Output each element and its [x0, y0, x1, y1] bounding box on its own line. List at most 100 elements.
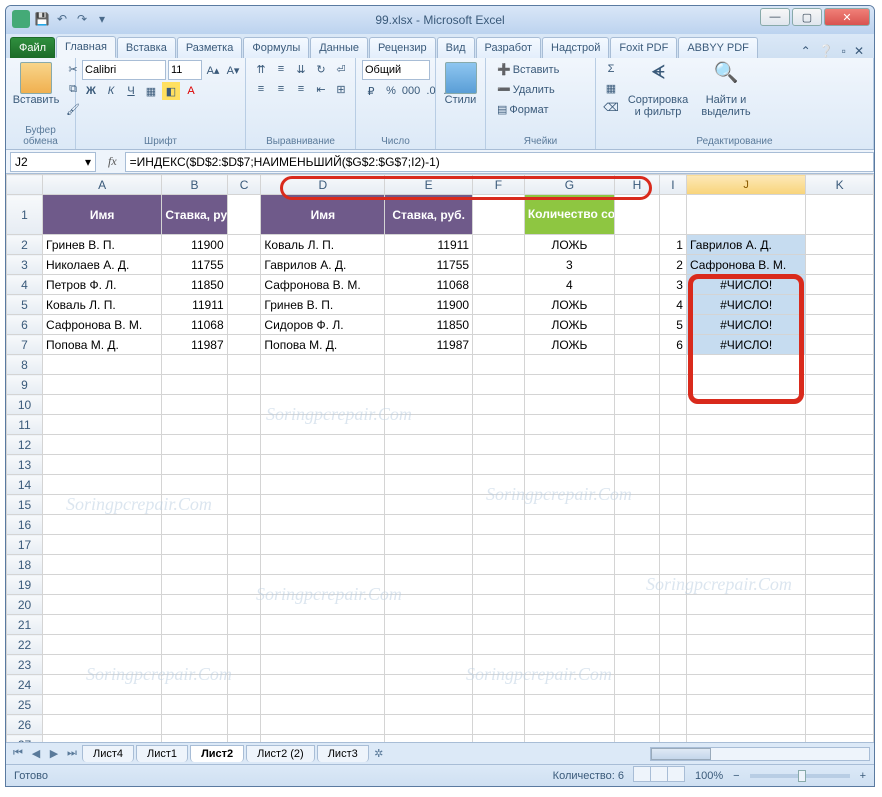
- cell[interactable]: [473, 355, 525, 375]
- cell[interactable]: [614, 355, 659, 375]
- bold-button[interactable]: Ж: [82, 82, 100, 100]
- cell[interactable]: [806, 195, 874, 235]
- font-name-select[interactable]: [82, 60, 166, 80]
- cell[interactable]: [659, 415, 686, 435]
- cell[interactable]: [473, 595, 525, 615]
- find-select-button[interactable]: 🔍Найти и выделить: [696, 60, 756, 120]
- cell[interactable]: [473, 535, 525, 555]
- align-center-icon[interactable]: ≡: [272, 80, 290, 98]
- cell[interactable]: [659, 375, 686, 395]
- cell[interactable]: [659, 635, 686, 655]
- cell[interactable]: [524, 735, 614, 743]
- select-all-button[interactable]: [7, 175, 43, 195]
- cell[interactable]: [261, 395, 385, 415]
- cell[interactable]: [43, 715, 162, 735]
- cell[interactable]: [473, 495, 525, 515]
- cell[interactable]: [614, 675, 659, 695]
- col-header[interactable]: I: [659, 175, 686, 195]
- cell[interactable]: [227, 415, 261, 435]
- cell[interactable]: Николаев А. Д.: [43, 255, 162, 275]
- cell[interactable]: [227, 675, 261, 695]
- row-header[interactable]: 9: [7, 375, 43, 395]
- cell[interactable]: [614, 515, 659, 535]
- cell[interactable]: [524, 655, 614, 675]
- cell[interactable]: 11900: [162, 235, 227, 255]
- window-restore-icon[interactable]: ▫: [842, 44, 846, 58]
- name-box[interactable]: J2▾: [10, 152, 96, 172]
- tab-view[interactable]: Вид: [437, 37, 475, 58]
- cell[interactable]: [261, 515, 385, 535]
- fill-icon[interactable]: ▦: [602, 79, 620, 97]
- row-header[interactable]: 4: [7, 275, 43, 295]
- cell[interactable]: [43, 675, 162, 695]
- cell[interactable]: [385, 375, 473, 395]
- cell[interactable]: [261, 415, 385, 435]
- tab-review[interactable]: Рецензир: [369, 37, 436, 58]
- cell[interactable]: [261, 475, 385, 495]
- cell[interactable]: 11911: [385, 235, 473, 255]
- number-format-select[interactable]: [362, 60, 430, 80]
- col-header[interactable]: C: [227, 175, 261, 195]
- cell[interactable]: [162, 495, 227, 515]
- cell[interactable]: ЛОЖЬ: [524, 295, 614, 315]
- cell[interactable]: [806, 575, 874, 595]
- cell[interactable]: [162, 735, 227, 743]
- cell[interactable]: [806, 655, 874, 675]
- cell[interactable]: 11068: [162, 315, 227, 335]
- zoom-slider[interactable]: [750, 774, 850, 778]
- cell[interactable]: [806, 695, 874, 715]
- clear-icon[interactable]: ⌫: [602, 98, 620, 116]
- cell[interactable]: [659, 195, 686, 235]
- cell[interactable]: [659, 555, 686, 575]
- cell[interactable]: Сафронова В. М.: [43, 315, 162, 335]
- cell[interactable]: [162, 375, 227, 395]
- col-header[interactable]: D: [261, 175, 385, 195]
- cell[interactable]: [614, 655, 659, 675]
- cell[interactable]: [227, 395, 261, 415]
- help-icon[interactable]: ❔: [819, 44, 834, 58]
- cell[interactable]: [614, 695, 659, 715]
- tab-insert[interactable]: Вставка: [117, 37, 176, 58]
- cell[interactable]: [659, 735, 686, 743]
- fill-color-button[interactable]: ◧: [162, 82, 180, 100]
- cell[interactable]: [227, 235, 261, 255]
- cell[interactable]: [686, 435, 805, 455]
- cell[interactable]: [614, 615, 659, 635]
- formula-input[interactable]: =ИНДЕКС($D$2:$D$7;НАИМЕНЬШИЙ($G$2:$G$7;I…: [125, 152, 874, 172]
- cell[interactable]: Гринев В. П.: [261, 295, 385, 315]
- cell[interactable]: [261, 635, 385, 655]
- currency-icon[interactable]: ₽: [362, 82, 380, 100]
- cell[interactable]: [162, 595, 227, 615]
- cell[interactable]: [686, 455, 805, 475]
- cell[interactable]: [227, 515, 261, 535]
- cell[interactable]: [806, 255, 874, 275]
- cell[interactable]: [473, 235, 525, 255]
- cell[interactable]: [473, 455, 525, 475]
- align-bot-icon[interactable]: ⇊: [292, 60, 310, 78]
- cell[interactable]: 11911: [162, 295, 227, 315]
- cell[interactable]: [473, 695, 525, 715]
- cell[interactable]: 6: [659, 335, 686, 355]
- cell[interactable]: [614, 475, 659, 495]
- cell[interactable]: [43, 635, 162, 655]
- cell[interactable]: [162, 555, 227, 575]
- row-header[interactable]: 24: [7, 675, 43, 695]
- cell[interactable]: [524, 575, 614, 595]
- row-header[interactable]: 1: [7, 195, 43, 235]
- cell[interactable]: 11755: [162, 255, 227, 275]
- paste-button[interactable]: Вставить: [12, 60, 60, 108]
- cell[interactable]: 4: [524, 275, 614, 295]
- namebox-dropdown-icon[interactable]: ▾: [85, 155, 91, 169]
- cell[interactable]: [227, 375, 261, 395]
- cell[interactable]: [806, 675, 874, 695]
- row-header[interactable]: 16: [7, 515, 43, 535]
- cell[interactable]: [385, 535, 473, 555]
- cell[interactable]: [385, 715, 473, 735]
- decrease-font-icon[interactable]: A▾: [224, 61, 242, 79]
- cell[interactable]: [385, 355, 473, 375]
- cell[interactable]: [686, 735, 805, 743]
- cell[interactable]: [659, 355, 686, 375]
- cell[interactable]: [385, 515, 473, 535]
- row-header[interactable]: 22: [7, 635, 43, 655]
- worksheet-grid[interactable]: A B C D E F G H I J K 1 Имя Ставка, руб.…: [6, 174, 874, 742]
